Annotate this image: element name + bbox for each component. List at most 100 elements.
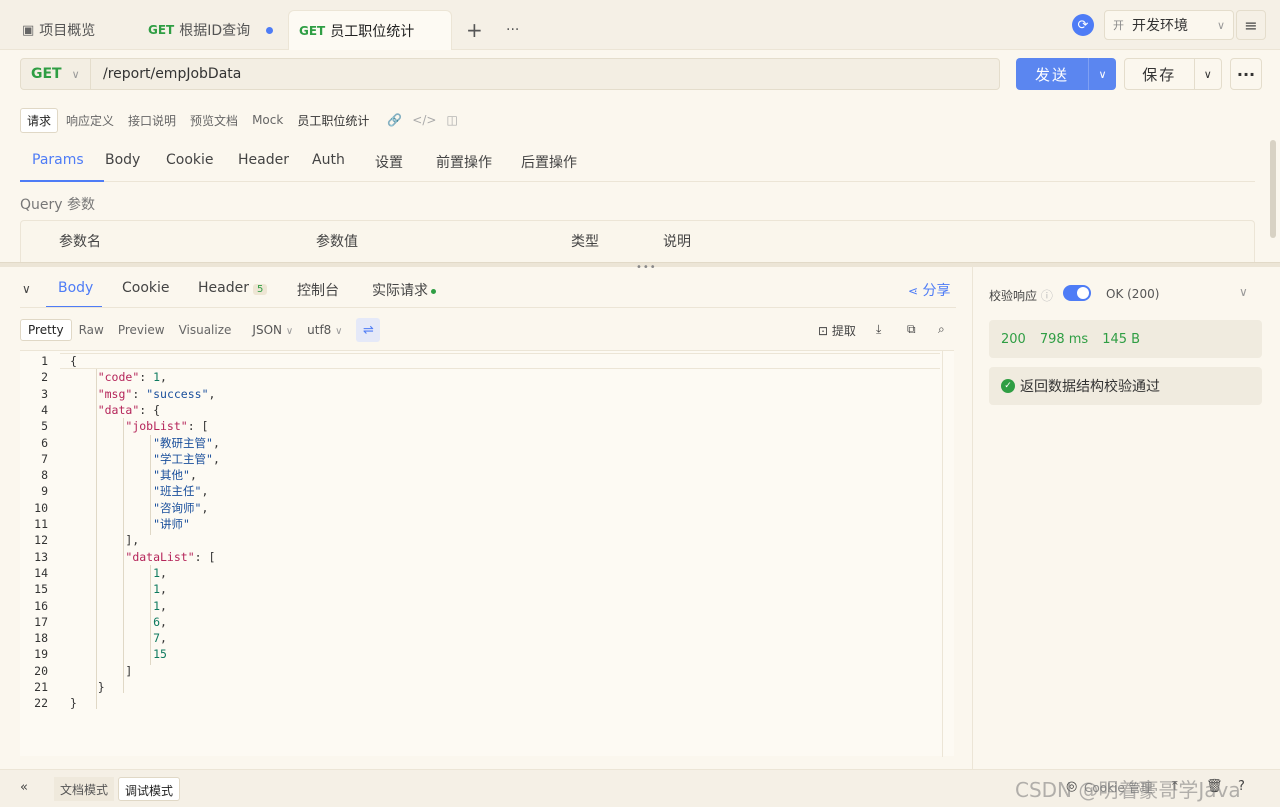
fmt-visualize[interactable]: Visualize — [172, 320, 239, 340]
code-line: 18 7, — [20, 630, 167, 646]
menu-icon[interactable]: ≡ — [1236, 10, 1266, 40]
resp-tab-header[interactable]: Header 5 — [198, 280, 268, 296]
encoding-select[interactable]: utf8 ∨ — [307, 323, 342, 337]
validate-toggle[interactable] — [1063, 285, 1091, 301]
save-button[interactable]: 保存 ∨ — [1124, 58, 1222, 90]
send-button[interactable]: 发送 ∨ — [1016, 58, 1116, 90]
send-label: 发送 — [1034, 65, 1069, 84]
tab-body[interactable]: Body — [105, 152, 140, 168]
code-token: 1 — [153, 598, 161, 613]
debug-mode-button[interactable]: 调试模式 — [118, 777, 181, 801]
tab-emp-job-stats[interactable]: GET 员工职位统计 — [288, 10, 452, 50]
wrap-lines-icon[interactable]: ⇌ — [356, 318, 381, 342]
code-icon[interactable]: </> — [412, 113, 436, 127]
download-icon[interactable]: ⤓ — [876, 322, 881, 337]
line-number: 14 — [34, 565, 48, 580]
format-type-select[interactable]: JSON ∨ — [252, 323, 293, 337]
subtab-api-desc[interactable]: 接口说明 — [122, 109, 182, 132]
subtab-response-def[interactable]: 响应定义 — [60, 109, 120, 132]
link-icon[interactable]: 🔗 — [387, 113, 402, 127]
panel-icon[interactable]: ◫ — [446, 113, 457, 127]
sync-icon[interactable]: ⟳ — [1072, 14, 1094, 36]
collapse-sidebar-icon[interactable]: « — [20, 780, 28, 795]
tab-post-ops[interactable]: 后置操作 — [521, 152, 577, 172]
scrollbar[interactable] — [942, 351, 954, 757]
validation-status-select[interactable]: OK (200) — [1106, 287, 1159, 301]
code-line: 6 "教研主管", — [20, 435, 220, 451]
url-bar: GET ∨ /report/empJobData — [20, 58, 1000, 90]
resp-tab-body[interactable]: Body — [58, 280, 93, 296]
resp-tab-cookie[interactable]: Cookie — [122, 280, 170, 296]
tab-params[interactable]: Params — [32, 152, 84, 168]
response-body-code[interactable]: 1{2 "code": 1, 3 "msg": "success", 4 "data… — [20, 350, 954, 757]
collapse-chevron-icon[interactable]: ∨ — [22, 282, 31, 296]
tab-project-overview[interactable]: ▣ 项目概览 — [22, 10, 95, 50]
col-header-desc: 说明 — [663, 234, 691, 250]
line-number: 12 — [34, 533, 48, 548]
method-label: GET — [299, 23, 326, 38]
line-number: 17 — [34, 614, 48, 629]
code-token: 6 — [153, 614, 161, 629]
tab-more-button[interactable]: ··· — [506, 10, 519, 50]
chevron-down-icon[interactable]: ∨ — [1193, 59, 1221, 89]
method-label: GET — [148, 23, 175, 37]
subtab-request[interactable]: 请求 — [20, 107, 59, 133]
resp-tab-actual-request[interactable]: 实际请求 — [372, 280, 436, 300]
col-header-type: 类型 — [571, 234, 599, 250]
response-size: 145 B — [1102, 331, 1141, 347]
fmt-preview[interactable]: Preview — [111, 320, 172, 340]
fmt-raw[interactable]: Raw — [72, 320, 111, 340]
line-number: 18 — [34, 631, 48, 646]
method-select[interactable]: GET ∨ — [21, 59, 91, 89]
divider-line — [20, 307, 956, 308]
more-options-button[interactable]: ··· — [1230, 58, 1262, 90]
tab-auth[interactable]: Auth — [312, 152, 345, 168]
environment-select[interactable]: 开 开发环境 ∨ — [1104, 10, 1234, 40]
method-value: GET — [31, 66, 62, 82]
active-tab-indicator — [20, 180, 104, 182]
param-tabs: Params Body Cookie Header Auth 设置 前置操作 后… — [20, 146, 1255, 182]
resp-tab-console[interactable]: 控制台 — [297, 280, 339, 300]
code-token: 1 — [153, 370, 161, 385]
watermark: CSDN @明着豪哥学Java — [1015, 778, 1241, 802]
url-input[interactable]: /report/empJobData — [91, 66, 241, 82]
tab-cookie[interactable]: Cookie — [166, 152, 214, 168]
code-line: 8 "其他", — [20, 467, 197, 483]
share-button[interactable]: ⋖ 分享 — [908, 280, 951, 300]
code-token: , — [212, 435, 220, 450]
tab-pre-ops[interactable]: 前置操作 — [436, 152, 492, 172]
line-number: 7 — [41, 451, 48, 466]
code-token: : [ — [187, 419, 209, 434]
code-token: "班主任" — [153, 484, 202, 499]
response-time: 798 ms — [1039, 331, 1089, 347]
line-number: 8 — [41, 468, 48, 483]
subtab-mock[interactable]: Mock — [246, 110, 289, 130]
tab-settings[interactable]: 设置 — [375, 152, 403, 172]
search-icon[interactable]: ⌕ — [938, 322, 945, 337]
col-header-value: 参数值 — [316, 234, 358, 250]
drag-handle-icon[interactable]: ••• — [636, 262, 657, 273]
line-number: 4 — [41, 402, 48, 417]
extract-button[interactable]: ⊡ 提取 — [818, 322, 856, 339]
code-line: 17 6, — [20, 614, 167, 630]
more-icon: ··· — [506, 22, 520, 38]
chevron-down-icon[interactable]: ∨ — [1088, 58, 1116, 90]
add-tab-button[interactable]: + — [466, 10, 483, 50]
tab-get-by-id[interactable]: GET 根据ID查询 — [148, 10, 250, 50]
chevron-down-icon[interactable]: ∨ — [1239, 285, 1248, 299]
chevron-down-icon: ∨ — [335, 326, 343, 337]
tab-header[interactable]: Header — [238, 152, 289, 168]
doc-mode-button[interactable]: 文档模式 — [54, 777, 115, 801]
code-token: , — [212, 451, 220, 466]
subtab-preview-doc[interactable]: 预览文档 — [184, 109, 244, 132]
copy-icon[interactable]: ⧉ — [907, 322, 916, 337]
line-number: 3 — [41, 386, 48, 401]
scrollbar[interactable] — [1270, 140, 1276, 238]
fmt-pretty[interactable]: Pretty — [20, 319, 72, 341]
